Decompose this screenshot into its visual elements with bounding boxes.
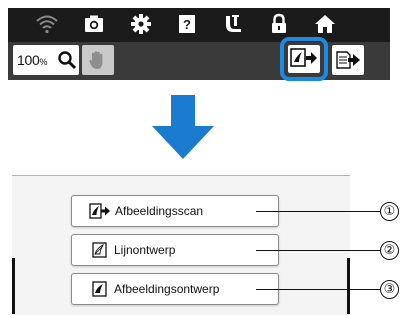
settings-icon[interactable] xyxy=(129,12,153,36)
line-design-icon xyxy=(92,242,108,258)
camera-icon[interactable] xyxy=(82,12,106,36)
panel-left-border xyxy=(12,258,15,314)
callout-3: ③ xyxy=(380,280,399,299)
svg-text:?: ? xyxy=(183,17,191,32)
help-icon[interactable]: ? xyxy=(175,12,199,36)
pan-button[interactable] xyxy=(82,45,114,75)
menu-item-line-design[interactable]: Lijnontwerp xyxy=(71,234,279,266)
menu-item-label: Afbeeldingsontwerp xyxy=(114,282,220,296)
illustration-design-icon xyxy=(92,281,108,297)
magnifier-icon xyxy=(57,50,77,70)
hand-pan-icon xyxy=(89,51,103,69)
menu-item-illustration-design[interactable]: Afbeeldingsontwerp xyxy=(71,273,279,305)
status-row: ? xyxy=(8,8,390,40)
wifi-icon[interactable] xyxy=(35,12,59,36)
export-icon xyxy=(336,51,360,69)
zoom-level: 100% xyxy=(17,52,48,68)
callout-leader-2 xyxy=(256,250,380,251)
image-scan-button[interactable] xyxy=(280,37,328,81)
arrow-down-icon xyxy=(152,95,214,159)
top-toolbar: ? 100% xyxy=(8,8,390,81)
menu-item-image-scan[interactable]: Afbeeldingsscan xyxy=(71,195,279,227)
image-scan-button-face xyxy=(288,45,320,73)
image-scan-icon xyxy=(290,48,317,67)
export-button[interactable] xyxy=(332,45,364,75)
callout-leader-3 xyxy=(256,289,380,290)
zoom-button[interactable]: 100% xyxy=(13,45,79,75)
panel-right-border xyxy=(347,258,350,314)
callout-1: ① xyxy=(380,202,399,221)
menu-item-label: Lijnontwerp xyxy=(114,243,176,257)
home-icon[interactable] xyxy=(313,12,337,36)
bobbin-icon[interactable] xyxy=(221,12,245,36)
callout-leader-1 xyxy=(256,211,380,212)
menu-item-label: Afbeeldingsscan xyxy=(115,204,204,218)
callout-2: ② xyxy=(380,241,399,260)
scan-image-icon xyxy=(89,203,111,219)
edit-toolbar: 100% xyxy=(8,37,390,81)
lock-icon[interactable] xyxy=(267,12,291,36)
